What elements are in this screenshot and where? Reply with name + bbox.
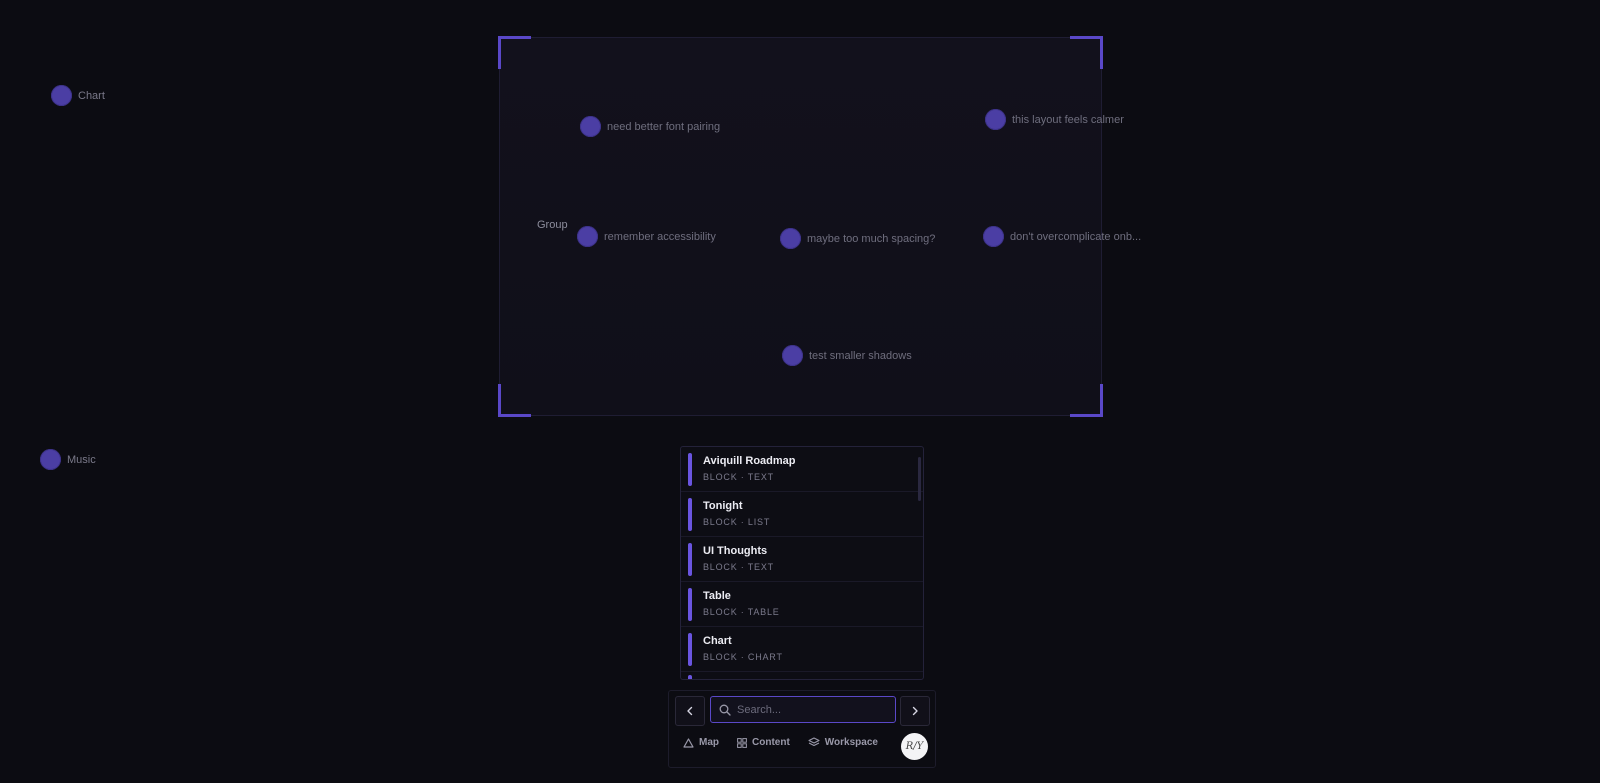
search-input[interactable] [737,703,877,716]
list-item-accent [688,453,692,486]
node-label: Music [67,453,96,466]
list-item-title: Tonight [703,500,743,512]
list-item[interactable]: UI Thoughts BLOCK · TEXT [681,537,923,582]
list-item-accent [688,588,692,621]
workspace-canvas[interactable]: Chart Music Group need better font pairi… [0,0,1600,783]
list-item[interactable]: Table BLOCK · TABLE [681,582,923,627]
list-item[interactable]: Aviquill Roadmap BLOCK · TEXT [681,447,923,492]
resize-handle-bottom-left[interactable] [498,384,531,417]
list-item[interactable]: Tonight BLOCK · LIST [681,492,923,537]
list-item-meta: BLOCK · CHART [703,652,783,662]
chevron-left-icon [687,706,693,716]
resize-handle-top-left[interactable] [498,36,531,69]
node-dot [782,345,803,366]
node-shadows[interactable]: test smaller shadows [782,345,912,366]
node-dot [983,226,1004,247]
list-item-meta: BLOCK · TEXT [703,562,774,572]
node-dot [40,449,61,470]
list-scrollbar[interactable] [918,457,921,501]
node-label: test smaller shadows [809,349,912,362]
node-dot [580,116,601,137]
node-dot [780,228,801,249]
node-label: need better font pairing [607,120,721,133]
list-item-accent [688,498,692,531]
triangle-icon [683,737,694,748]
layers-icon [808,737,820,747]
search-field[interactable] [710,696,896,723]
node-label: Chart [78,89,105,102]
bottom-toolbar: Map Content Workspace R/Y [668,690,936,768]
node-font-pairing[interactable]: need better font pairing [580,116,720,137]
tab-label: Workspace [824,737,878,748]
list-item-title: UI Thoughts [703,545,768,557]
previous-button[interactable] [675,696,705,726]
list-item-title: Table [703,590,731,602]
node-dot [985,109,1006,130]
node-layout-calmer[interactable]: this layout feels calmer [985,109,1124,130]
list-item-title: Aviquill Roadmap [703,455,796,467]
view-tabs: Map Content Workspace [683,737,896,748]
node-label: don't overcomplicate onb... [1010,230,1142,243]
list-item-accent [688,675,692,679]
node-dot [577,226,598,247]
node-chart[interactable]: Chart [51,85,105,106]
grid-icon [737,737,747,748]
next-button[interactable] [900,696,930,726]
node-music[interactable]: Music [40,449,96,470]
group-label: Group [537,219,568,231]
list-item-title: Chart [703,635,732,647]
list-item[interactable]: Chart BLOCK · CHART [681,627,923,672]
search-icon [719,704,731,716]
tab-workspace[interactable]: Workspace [808,737,878,748]
node-dot [51,85,72,106]
resize-handle-top-right[interactable] [1070,36,1103,69]
node-onboarding[interactable]: don't overcomplicate onb... [983,226,1141,247]
list-item-accent [688,543,692,576]
node-label: this layout feels calmer [1012,113,1124,126]
list-item-meta: BLOCK · TABLE [703,607,780,617]
node-label: remember accessibility [604,230,716,243]
list-item-meta: BLOCK · TEXT [703,472,774,482]
list-item-meta: BLOCK · LIST [703,517,771,527]
block-list-panel[interactable]: Aviquill Roadmap BLOCK · TEXT Tonight BL… [680,446,924,680]
avatar[interactable]: R/Y [901,733,928,760]
node-label: maybe too much spacing? [807,232,936,245]
node-spacing[interactable]: maybe too much spacing? [780,228,935,249]
tab-label: Content [752,737,790,748]
chevron-right-icon [912,706,918,716]
node-accessibility[interactable]: remember accessibility [577,226,716,247]
resize-handle-bottom-right[interactable] [1070,384,1103,417]
tab-content[interactable]: Content [737,737,790,748]
tab-map[interactable]: Map [683,737,719,748]
tab-label: Map [699,737,719,748]
list-item-accent [688,633,692,666]
